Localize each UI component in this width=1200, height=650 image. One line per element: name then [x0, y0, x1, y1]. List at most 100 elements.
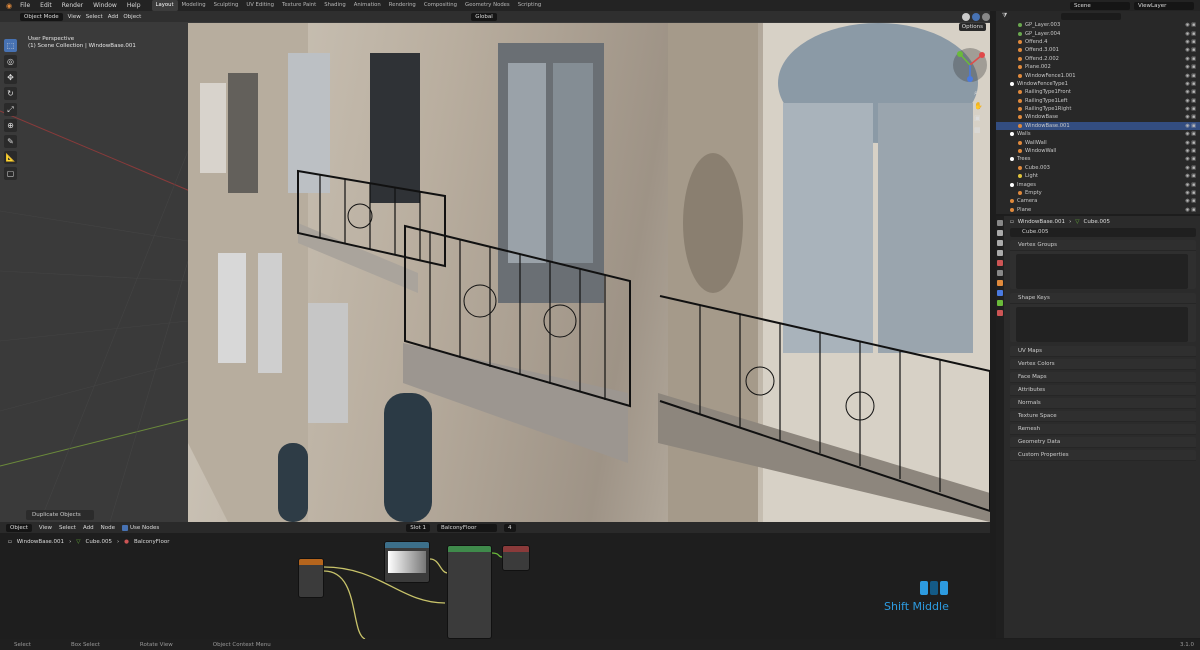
pan-hand-icon[interactable]: ✋: [974, 102, 983, 110]
tab-rendering[interactable]: Rendering: [385, 0, 420, 11]
node-menu[interactable]: Node: [101, 525, 115, 531]
mode-dropdown[interactable]: Object Mode: [20, 12, 63, 21]
material-tab-icon[interactable]: [997, 310, 1003, 316]
visibility-icon[interactable]: ◉ ▣: [1185, 73, 1196, 79]
outliner[interactable]: ⧩ GP_Layer.003 ◉ ▣ GP_Layer.004 ◉ ▣ Offend.4…: [996, 11, 1200, 214]
visibility-icon[interactable]: ◉ ▣: [1185, 148, 1196, 154]
filter-icon[interactable]: ⧩: [1002, 12, 1007, 20]
node-add-menu[interactable]: Add: [83, 525, 94, 531]
panel-title[interactable]: Shape Keys: [1010, 293, 1196, 304]
tool-tab-icon[interactable]: [997, 220, 1003, 226]
tab-geometry-nodes[interactable]: Geometry Nodes: [461, 0, 514, 11]
visibility-icon[interactable]: ◉ ▣: [1185, 56, 1196, 62]
visibility-icon[interactable]: ◉ ▣: [1185, 81, 1196, 87]
visibility-icon[interactable]: ◉ ▣: [1185, 39, 1196, 45]
tab-compositing[interactable]: Compositing: [420, 0, 461, 11]
transform-tool-icon[interactable]: ⊕: [4, 119, 17, 132]
tab-layout[interactable]: Layout: [151, 0, 178, 11]
panel-title[interactable]: Remesh: [1010, 424, 1196, 435]
outliner-row[interactable]: GP_Layer.003 ◉ ▣: [996, 21, 1200, 29]
3d-viewport[interactable]: Object Mode View Select Add Object Globa…: [0, 11, 990, 522]
menu-render[interactable]: Render: [57, 0, 88, 11]
visibility-icon[interactable]: ◉ ▣: [1185, 98, 1196, 104]
camera-view-icon[interactable]: ▣: [974, 114, 983, 122]
outliner-row[interactable]: GP_Layer.004 ◉ ▣: [996, 29, 1200, 37]
visibility-icon[interactable]: ◉ ▣: [1185, 64, 1196, 70]
mesh-datablock-field[interactable]: Cube.005: [1010, 228, 1196, 237]
visibility-icon[interactable]: ◉ ▣: [1185, 22, 1196, 28]
visibility-icon[interactable]: ◉ ▣: [1185, 89, 1196, 95]
outliner-row[interactable]: Walls ◉ ▣: [996, 130, 1200, 138]
visibility-icon[interactable]: ◉ ▣: [1185, 165, 1196, 171]
panel-title[interactable]: Attributes: [1010, 385, 1196, 396]
slot-dropdown[interactable]: Slot 1: [406, 523, 431, 532]
tab-modeling[interactable]: Modeling: [178, 0, 210, 11]
principled-bsdf-node[interactable]: [447, 545, 492, 639]
outliner-row[interactable]: WindowWall ◉ ▣: [996, 147, 1200, 155]
outliner-row[interactable]: Images ◉ ▣: [996, 180, 1200, 188]
visibility-icon[interactable]: ◉ ▣: [1185, 47, 1196, 53]
cursor-tool-icon[interactable]: ◎: [4, 55, 17, 68]
outliner-row[interactable]: Light ◉ ▣: [996, 172, 1200, 180]
use-nodes-checkbox[interactable]: Use Nodes: [121, 524, 159, 531]
view-layer-tab-icon[interactable]: [997, 250, 1003, 256]
options-button[interactable]: Options: [958, 23, 986, 31]
menu-file[interactable]: File: [15, 0, 35, 11]
panel-title[interactable]: Face Maps: [1010, 372, 1196, 383]
outliner-row[interactable]: WallWall ◉ ▣: [996, 138, 1200, 146]
visibility-icon[interactable]: ◉ ▣: [1185, 173, 1196, 179]
material-shading-icon[interactable]: [971, 12, 980, 21]
visibility-icon[interactable]: ◉ ▣: [1185, 182, 1196, 188]
outliner-row[interactable]: WindowFenceType1 ◉ ▣: [996, 80, 1200, 88]
tab-texture-paint[interactable]: Texture Paint: [278, 0, 320, 11]
material-selector[interactable]: BalconyFloor: [437, 523, 498, 532]
outliner-row[interactable]: RailingType1Front ◉ ▣: [996, 88, 1200, 96]
outliner-row[interactable]: RailingType1Right ◉ ▣: [996, 105, 1200, 113]
tab-animation[interactable]: Animation: [350, 0, 385, 11]
blender-logo-icon[interactable]: ◉: [6, 2, 12, 10]
last-operator-panel[interactable]: Duplicate Objects: [26, 510, 94, 520]
tab-uv-editing[interactable]: UV Editing: [242, 0, 278, 11]
annotate-tool-icon[interactable]: ✎: [4, 135, 17, 148]
outliner-row[interactable]: Offend.2.002 ◉ ▣: [996, 55, 1200, 63]
node-select-menu[interactable]: Select: [59, 525, 76, 531]
outliner-search[interactable]: [1061, 12, 1122, 20]
navigation-gizmo[interactable]: [950, 45, 990, 85]
outliner-row[interactable]: Plane.002 ◉ ▣: [996, 63, 1200, 71]
node-editor[interactable]: ▫ WindowBase.001 › ▽ Cube.005 › ● Balcon…: [0, 533, 990, 639]
visibility-icon[interactable]: ◉ ▣: [1185, 123, 1196, 129]
image-texture-node[interactable]: [384, 541, 430, 583]
rotate-tool-icon[interactable]: ↻: [4, 87, 17, 100]
menu-edit[interactable]: Edit: [35, 0, 57, 11]
scale-tool-icon[interactable]: ⤢: [4, 103, 17, 116]
panel-title[interactable]: Vertex Colors: [1010, 359, 1196, 370]
node-view-menu[interactable]: View: [39, 525, 52, 531]
menu-window[interactable]: Window: [88, 0, 122, 11]
add-cube-tool-icon[interactable]: ▢: [4, 167, 17, 180]
modifier-tab-icon[interactable]: [997, 290, 1003, 296]
orientation-dropdown[interactable]: Global: [471, 12, 497, 21]
outliner-row[interactable]: WindowBase ◉ ▣: [996, 113, 1200, 121]
panel-title[interactable]: Vertex Groups: [1010, 240, 1196, 251]
render-tab-icon[interactable]: [997, 230, 1003, 236]
add-menu[interactable]: Add: [108, 14, 119, 20]
outliner-row[interactable]: WindowBase.001 ◉ ▣: [996, 121, 1200, 131]
visibility-icon[interactable]: ◉ ▣: [1185, 198, 1196, 204]
panel-title[interactable]: Geometry Data: [1010, 437, 1196, 448]
outliner-row[interactable]: Plane ◉ ▣: [996, 206, 1200, 214]
visibility-icon[interactable]: ◉ ▣: [1185, 131, 1196, 137]
shape-keys-list[interactable]: [1016, 307, 1188, 342]
view-menu[interactable]: View: [68, 14, 81, 20]
grid-icon[interactable]: ▦: [974, 126, 983, 134]
visibility-icon[interactable]: ◉ ▣: [1185, 31, 1196, 37]
view-layer-selector[interactable]: ViewLayer: [1134, 1, 1194, 10]
texture-coordinate-node[interactable]: [298, 558, 324, 598]
visibility-icon[interactable]: ◉ ▣: [1185, 156, 1196, 162]
tab-scripting[interactable]: Scripting: [514, 0, 546, 11]
material-output-node[interactable]: [502, 545, 530, 571]
visibility-icon[interactable]: ◉ ▣: [1185, 140, 1196, 146]
visibility-icon[interactable]: ◉ ▣: [1185, 114, 1196, 120]
world-tab-icon[interactable]: [997, 270, 1003, 276]
vertex-groups-list[interactable]: [1016, 254, 1188, 289]
zoom-icon[interactable]: ⌕: [974, 89, 983, 98]
